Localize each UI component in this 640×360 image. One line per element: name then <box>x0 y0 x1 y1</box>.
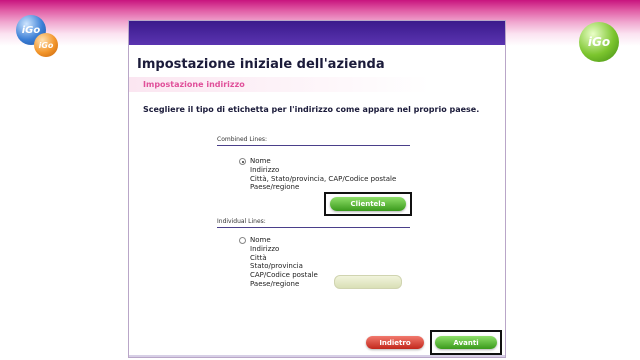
dialog-subtitle: Impostazione indirizzo <box>143 80 245 89</box>
dialog-titlebar <box>129 21 505 45</box>
address-line: Nome <box>250 236 271 244</box>
individual-lines-label: Individual Lines: <box>217 218 266 225</box>
address-line: Città <box>250 253 267 262</box>
address-line: Indirizzo <box>250 244 280 253</box>
individual-lines-rule <box>217 227 410 228</box>
individual-lines-button[interactable] <box>334 275 402 289</box>
address-line: Paese/regione <box>250 279 300 288</box>
address-line: Paese/regione <box>250 183 300 192</box>
combined-lines-address: Nome Indirizzo Città, Stato/provincia, C… <box>250 157 396 192</box>
individual-lines-radio[interactable] <box>239 237 246 244</box>
combined-lines-radio[interactable] <box>239 158 246 165</box>
individual-lines-address: Nome Indirizzo Città Stato/provincia CAP… <box>250 236 318 289</box>
address-line: Indirizzo <box>250 165 280 174</box>
address-line: Nome <box>250 157 271 165</box>
address-line: CAP/Codice postale <box>250 271 318 280</box>
instruction-text: Scegliere il tipo di etichetta per l'ind… <box>143 105 480 114</box>
next-button[interactable]: Avanti <box>435 336 497 349</box>
back-button[interactable]: Indietro <box>366 336 424 349</box>
clientela-button[interactable]: Clientela <box>330 197 406 211</box>
igo-logo-orange: iGo <box>34 33 58 57</box>
igo-logo-green: iGo <box>579 22 619 62</box>
dialog-bottom-rule <box>129 355 505 357</box>
address-line: Stato/provincia <box>250 262 303 271</box>
combined-lines-label: Combined Lines: <box>217 136 268 143</box>
dialog-title: Impostazione iniziale dell'azienda <box>137 57 385 72</box>
setup-dialog: Impostazione iniziale dell'azienda Impos… <box>128 20 506 358</box>
address-line: Città, Stato/provincia, CAP/Codice posta… <box>250 174 397 183</box>
combined-lines-rule <box>217 145 410 146</box>
